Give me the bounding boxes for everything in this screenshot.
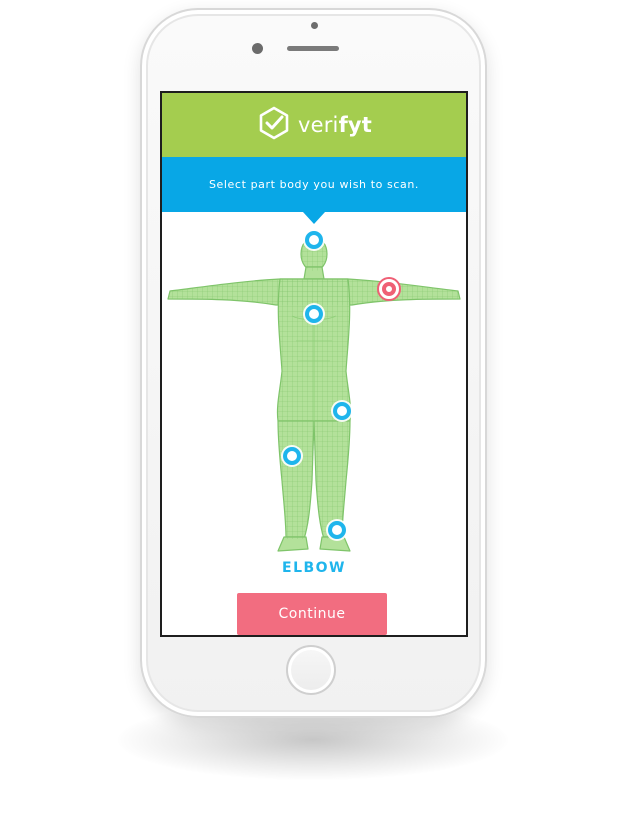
chest-marker[interactable] [305,305,323,323]
home-button[interactable] [286,645,336,695]
instruction-text: Select part body you wish to scan. [208,178,420,191]
knee-marker[interactable] [333,402,351,420]
hexagon-check-icon [256,105,292,145]
brand-name: verifyt [298,113,372,137]
earpiece-speaker [287,46,339,51]
verifyt-logo: verifyt [256,105,372,145]
selected-body-part-label: ELBOW [282,560,346,576]
elbow-marker-selected[interactable] [377,277,401,301]
proximity-sensor [311,22,318,29]
hand-marker[interactable] [283,447,301,465]
instruction-banner: Select part body you wish to scan. [162,157,466,212]
ankle-marker[interactable] [328,521,346,539]
front-camera [252,43,263,54]
app-header: verifyt [162,93,466,157]
brand-suffix: fyt [338,113,373,137]
body-figure [162,221,466,556]
brand-prefix: veri [297,113,339,137]
continue-button[interactable]: Continue [237,593,387,635]
selected-marker-ring [382,282,396,296]
body-mesh-illustration [167,236,461,552]
head-marker[interactable] [305,231,323,249]
app-screen: verifyt Select part body you wish to sca… [160,91,468,637]
